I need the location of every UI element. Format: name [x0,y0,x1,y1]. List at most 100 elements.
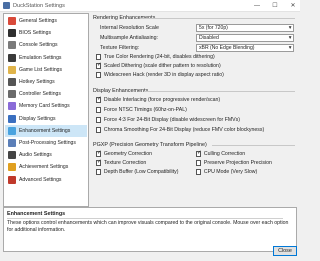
culling-correction-checkbox[interactable]: Culling Correction [196,150,246,157]
checkbox-box[interactable] [96,150,102,157]
enhancement-icon [8,126,16,135]
memory-card-icon [8,102,16,111]
checkbox-box[interactable] [96,169,102,175]
checkbox-box[interactable] [96,127,102,133]
checkbox-label: Disable Interlacing (force progressive r… [103,97,221,103]
console-icon [8,41,16,50]
widescreen-hack-checkbox[interactable]: Widescreen Hack (render 3D in display as… [96,72,224,78]
audio-icon [8,151,16,160]
settings-window: DuckStation Settings — ☐ ✕ General Setti… [0,0,300,261]
checkbox-label: Force 4:3 For 24-Bit Display (disable wi… [103,117,240,123]
minimize-button[interactable]: — [252,3,262,9]
bios-chip-icon [8,29,16,38]
sidebar-item-label: Memory Card Settings [19,103,70,110]
sidebar-item-label: General Settings [19,18,57,25]
force-ntsc-checkbox[interactable]: Force NTSC Timings (60hz-on-PAL) [96,107,187,113]
resolution-label: Internal Resolution Scale [100,25,159,31]
pgxp-section-header: PGXP (Precision Geometry Transform Pipel… [93,142,207,148]
sidebar-item-label: BIOS Settings [19,30,51,37]
section-divider [140,18,295,19]
checkbox-label: Chroma Smoothing For 24-Bit Display (red… [103,127,265,133]
checkbox-label: Force NTSC Timings (60hz-on-PAL) [103,107,187,113]
checkbox-box[interactable] [196,150,202,157]
checkbox-box[interactable] [96,72,102,78]
sidebar-item[interactable]: Advanced Settings [5,174,87,186]
checkbox-box[interactable] [96,54,102,60]
sidebar-item[interactable]: Game List Settings [5,64,87,76]
sidebar-item-label: Advanced Settings [19,176,62,183]
checkbox-label: Preserve Projection Precision [203,160,272,166]
sidebar-item[interactable]: Hotkey Settings [5,76,87,88]
keyboard-icon [8,78,16,87]
checkbox-label: Culling Correction [203,151,246,157]
sidebar-item[interactable]: Memory Card Settings [5,100,87,112]
checkbox-label: CPU Mode (Very Slow) [203,169,258,175]
description-divider [7,218,283,219]
checkbox-box[interactable] [96,159,102,166]
cpu-mode-checkbox[interactable]: CPU Mode (Very Slow) [196,169,257,175]
force-4-3-checkbox[interactable]: Force 4:3 For 24-Bit Display (disable wi… [96,117,240,123]
sidebar-item[interactable]: General Settings [5,15,87,27]
maximize-button[interactable]: ☐ [270,2,280,9]
sidebar-item[interactable]: Enhancement Settings [5,124,87,137]
trophy-icon [8,163,16,172]
checkbox-box[interactable] [196,160,202,166]
checkbox-box[interactable] [196,169,202,175]
sidebar-item-label: Enhancement Settings [19,127,71,134]
sidebar-item[interactable]: Emulation Settings [5,52,87,64]
sidebar-item-label: Emulation Settings [19,54,62,61]
advanced-settings-icon [8,175,16,184]
emulation-icon [8,53,16,62]
display-section-header: Display Enhancements [93,88,149,94]
section-divider [212,145,295,146]
sidebar-item-label: Game List Settings [19,66,63,73]
sidebar-item-label: Controller Settings [19,91,61,98]
true-color-checkbox[interactable]: True Color Rendering (24-bit, disables d… [96,54,215,60]
checkbox-label: Geometry Correction [103,151,153,157]
preserve-projection-checkbox[interactable]: Preserve Projection Precision [196,160,272,166]
close-window-button[interactable]: ✕ [288,2,298,9]
checkbox-label: Depth Buffer (Low Compatibility) [103,169,179,175]
sidebar-item-label: Achievement Settings [19,164,69,171]
sidebar-item-label: Post-Processing Settings [19,140,76,147]
msaa-label: Multisample Antialiasing: [100,35,158,41]
scaled-dithering-checkbox[interactable]: Scaled Dithering (scale dither pattern t… [96,62,221,69]
title-bar: DuckStation Settings — ☐ ✕ [0,0,300,12]
checkbox-box[interactable] [96,62,102,69]
disable-interlacing-checkbox[interactable]: Disable Interlacing (force progressive r… [96,96,221,103]
folder-icon [8,65,16,74]
sidebar-item-label: Display Settings [19,115,56,122]
geometry-correction-checkbox[interactable]: Geometry Correction [96,150,153,157]
texture-correction-checkbox[interactable]: Texture Correction [96,159,147,166]
app-icon [3,2,10,9]
depth-buffer-checkbox[interactable]: Depth Buffer (Low Compatibility) [96,169,178,175]
sidebar-item[interactable]: Display Settings [5,113,87,125]
description-text: These options control enhancements which… [7,220,289,233]
chroma-smoothing-checkbox[interactable]: Chroma Smoothing For 24-Bit Display (red… [96,127,264,133]
checkbox-box[interactable] [96,96,102,103]
sidebar-item[interactable]: Console Settings [5,39,87,51]
checkbox-box[interactable] [96,107,102,113]
sidebar-item[interactable]: Achievement Settings [5,161,87,173]
checkbox-label: Scaled Dithering (scale dither pattern t… [103,63,221,69]
description-panel: Enhancement Settings These options contr… [3,207,297,252]
checkbox-label: Texture Correction [103,160,147,166]
display-icon [8,114,16,123]
sidebar-item[interactable]: Controller Settings [5,88,87,100]
sidebar-item[interactable]: Post-Processing Settings [5,137,87,149]
resolution-select[interactable]: 5x (for 720p) [196,24,294,32]
sidebar-item[interactable]: BIOS Settings [5,27,87,39]
general-settings-icon [8,17,16,26]
texture-filtering-label: Texture Filtering: [100,45,140,51]
checkbox-box[interactable] [96,117,102,123]
close-button[interactable]: Close [273,246,297,256]
checkbox-label: True Color Rendering (24-bit, disables d… [103,54,215,60]
sidebar-item-label: Hotkey Settings [19,79,55,86]
settings-category-list: General Settings BIOS Settings Console Set… [3,13,89,207]
description-title: Enhancement Settings [7,211,66,217]
msaa-select[interactable]: Disabled [196,34,294,42]
enhancement-settings-panel: Rendering Enhancements Internal Resoluti… [92,13,297,205]
sidebar-item-label: Console Settings [19,42,58,49]
sidebar-item[interactable]: Audio Settings [5,149,87,161]
texture-filtering-select[interactable]: xBR (No Edge Blending) [196,44,294,52]
